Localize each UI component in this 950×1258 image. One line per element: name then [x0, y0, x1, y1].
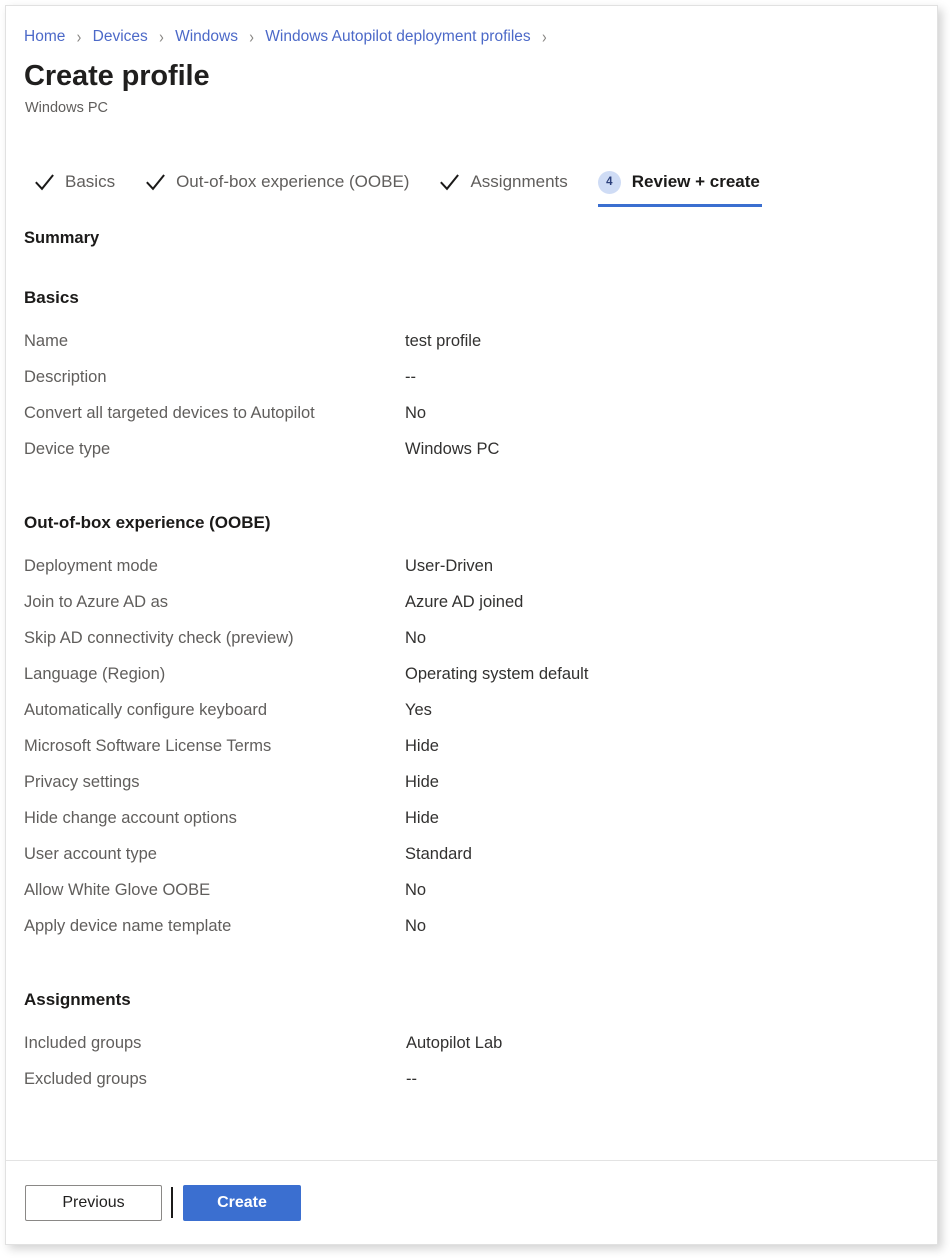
row-label: Language (Region): [24, 663, 405, 685]
row-value: Yes: [405, 699, 432, 721]
summary-row: Join to Azure AD as Azure AD joined: [24, 591, 937, 627]
row-value: --: [405, 1068, 417, 1090]
row-value: No: [405, 627, 426, 649]
summary-row: Microsoft Software License Terms Hide: [24, 735, 937, 771]
tab-assignments[interactable]: Assignments: [439, 165, 567, 207]
chevron-right-icon: ›: [159, 24, 164, 49]
tab-basics[interactable]: Basics: [34, 165, 115, 207]
row-label: Name: [24, 330, 405, 352]
section-title: Out-of-box experience (OOBE): [24, 512, 937, 534]
chevron-right-icon: ›: [542, 24, 547, 49]
row-value: Operating system default: [405, 663, 588, 685]
section-oobe: Out-of-box experience (OOBE) Deployment …: [24, 512, 937, 951]
row-label: Automatically configure keyboard: [24, 699, 405, 721]
wizard-tabs: Basics Out-of-box experience (OOBE) Assi…: [6, 165, 937, 207]
row-label: Hide change account options: [24, 807, 405, 829]
row-label: User account type: [24, 843, 405, 865]
summary-row: Included groups Autopilot Lab: [24, 1032, 937, 1068]
row-label: Skip AD connectivity check (preview): [24, 627, 405, 649]
check-icon: [145, 172, 166, 193]
summary-row: User account type Standard: [24, 843, 937, 879]
breadcrumb-item-home[interactable]: Home: [24, 28, 65, 45]
blade-footer: Previous Create: [6, 1160, 937, 1244]
summary-row: Device type Windows PC: [24, 438, 937, 474]
section-rows: Included groups Autopilot Lab Excluded g…: [24, 1032, 937, 1104]
active-tab-underline: [598, 204, 762, 207]
tab-label: Review + create: [632, 171, 760, 193]
summary-heading: Summary: [24, 228, 937, 249]
summary-row: Hide change account options Hide: [24, 807, 937, 843]
row-value: Hide: [405, 807, 439, 829]
row-value: --: [405, 366, 416, 388]
row-label: Convert all targeted devices to Autopilo…: [24, 402, 405, 424]
summary-row: Automatically configure keyboard Yes: [24, 699, 937, 735]
summary-row: Skip AD connectivity check (preview) No: [24, 627, 937, 663]
create-profile-blade: Home › Devices › Windows › Windows Autop…: [5, 5, 938, 1245]
row-label: Excluded groups: [24, 1068, 405, 1090]
row-value: Windows PC: [405, 438, 499, 460]
row-label: Privacy settings: [24, 771, 405, 793]
row-label: Included groups: [24, 1032, 405, 1054]
row-label: Join to Azure AD as: [24, 591, 405, 613]
section-basics: Basics Name test profile Description -- …: [24, 287, 937, 474]
summary-body: Summary Basics Name test profile Descrip…: [6, 228, 937, 1104]
chevron-right-icon: ›: [249, 24, 254, 49]
summary-row: Allow White Glove OOBE No: [24, 879, 937, 915]
row-label: Deployment mode: [24, 555, 405, 577]
section-rows: Deployment mode User-Driven Join to Azur…: [24, 555, 937, 951]
check-icon: [439, 172, 460, 193]
create-button[interactable]: Create: [183, 1185, 301, 1221]
section-rows: Name test profile Description -- Convert…: [24, 330, 937, 474]
summary-row: Name test profile: [24, 330, 937, 366]
row-label: Microsoft Software License Terms: [24, 735, 405, 757]
blade-content: Home › Devices › Windows › Windows Autop…: [6, 6, 937, 1160]
tab-review-create[interactable]: 4 Review + create: [598, 165, 760, 207]
check-icon: [34, 172, 55, 193]
footer-divider: [171, 1187, 173, 1218]
tab-label: Basics: [65, 171, 115, 193]
chevron-right-icon: ›: [77, 24, 82, 49]
row-value: Azure AD joined: [405, 591, 523, 613]
row-label: Allow White Glove OOBE: [24, 879, 405, 901]
row-value: No: [405, 402, 426, 424]
summary-row: Deployment mode User-Driven: [24, 555, 937, 591]
page-title: Create profile: [24, 58, 937, 94]
summary-row: Language (Region) Operating system defau…: [24, 663, 937, 699]
breadcrumb: Home › Devices › Windows › Windows Autop…: [6, 6, 937, 47]
tab-label: Assignments: [470, 171, 567, 193]
summary-row: Privacy settings Hide: [24, 771, 937, 807]
summary-row: Excluded groups --: [24, 1068, 937, 1104]
previous-button[interactable]: Previous: [25, 1185, 162, 1221]
summary-row: Description --: [24, 366, 937, 402]
step-number-badge: 4: [598, 171, 621, 194]
summary-row: Apply device name template No: [24, 915, 937, 951]
row-value: Hide: [405, 735, 439, 757]
breadcrumb-item-autopilot-profiles[interactable]: Windows Autopilot deployment profiles: [265, 28, 530, 45]
summary-row: Convert all targeted devices to Autopilo…: [24, 402, 937, 438]
row-value: User-Driven: [405, 555, 493, 577]
page-subtitle: Windows PC: [25, 99, 937, 118]
row-label: Device type: [24, 438, 405, 460]
row-value: Autopilot Lab: [405, 1032, 502, 1054]
row-value: No: [405, 879, 426, 901]
row-label: Apply device name template: [24, 915, 405, 937]
tab-oobe[interactable]: Out-of-box experience (OOBE): [145, 165, 409, 207]
section-title: Assignments: [24, 989, 937, 1011]
row-value: test profile: [405, 330, 481, 352]
row-value: Standard: [405, 843, 472, 865]
row-value: No: [405, 915, 426, 937]
tab-label: Out-of-box experience (OOBE): [176, 171, 409, 193]
breadcrumb-item-windows[interactable]: Windows: [175, 28, 238, 45]
section-title: Basics: [24, 287, 937, 309]
row-value: Hide: [405, 771, 439, 793]
breadcrumb-item-devices[interactable]: Devices: [93, 28, 148, 45]
section-assignments: Assignments Included groups Autopilot La…: [24, 989, 937, 1104]
row-label: Description: [24, 366, 405, 388]
